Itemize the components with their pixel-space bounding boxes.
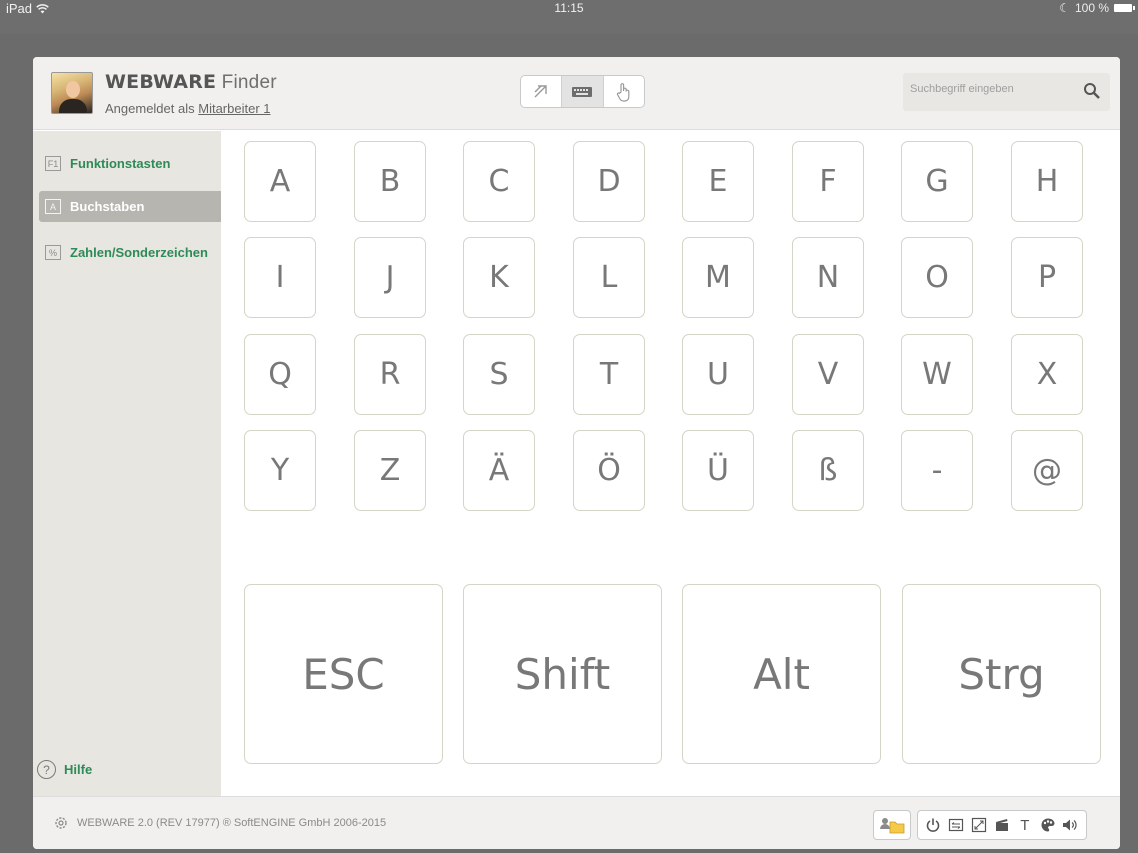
- sidebar-item-label: Buchstaben: [70, 199, 145, 214]
- battery-icon: [1114, 4, 1135, 12]
- gear-icon[interactable]: [53, 815, 69, 831]
- key-l[interactable]: L: [573, 237, 645, 318]
- input-mode-switch: [520, 75, 645, 108]
- avatar: [51, 72, 93, 114]
- key-hyphen[interactable]: -: [901, 430, 973, 511]
- key-y[interactable]: Y: [244, 430, 316, 511]
- keyboard-icon: [572, 86, 593, 97]
- app-title: WEBWARE Finder: [105, 71, 277, 93]
- mode-button-keyboard[interactable]: [561, 76, 604, 107]
- key-r[interactable]: R: [354, 334, 426, 415]
- mode-button-touch[interactable]: [604, 76, 644, 107]
- user-folder-button[interactable]: [873, 810, 911, 840]
- key-shift[interactable]: Shift: [463, 584, 662, 764]
- letter-keyboard: A B C D E F G H I J K L M N O P Q R S T …: [221, 131, 1120, 796]
- key-i[interactable]: I: [244, 237, 316, 318]
- key-a[interactable]: A: [244, 141, 316, 222]
- user-link[interactable]: Mitarbeiter 1: [198, 101, 270, 116]
- search-icon[interactable]: [1083, 82, 1101, 100]
- palette-icon[interactable]: [1039, 816, 1057, 834]
- key-w[interactable]: W: [901, 334, 973, 415]
- diagonal-arrows-icon: [534, 84, 547, 97]
- key-n[interactable]: N: [792, 237, 864, 318]
- key-t[interactable]: T: [573, 334, 645, 415]
- search-input[interactable]: [910, 83, 1070, 95]
- key-a-umlaut[interactable]: Ä: [463, 430, 535, 511]
- help-label: Hilfe: [64, 762, 93, 777]
- key-m[interactable]: M: [682, 237, 754, 318]
- system-toolbar: T: [917, 810, 1087, 840]
- user-folder-icon: [880, 818, 905, 834]
- clapperboard-icon[interactable]: [993, 816, 1011, 834]
- moon-icon: ☾: [1059, 1, 1070, 15]
- key-alt[interactable]: Alt: [682, 584, 881, 764]
- key-x[interactable]: X: [1011, 334, 1083, 415]
- mode-button-arrow[interactable]: [521, 76, 561, 107]
- speaker-icon[interactable]: [1061, 816, 1079, 834]
- key-d[interactable]: D: [573, 141, 645, 222]
- key-j[interactable]: J: [354, 237, 426, 318]
- key-h[interactable]: H: [1011, 141, 1083, 222]
- key-o[interactable]: O: [901, 237, 973, 318]
- text-icon[interactable]: T: [1016, 816, 1034, 834]
- key-z[interactable]: Z: [354, 430, 426, 511]
- key-at[interactable]: @: [1011, 430, 1083, 511]
- app-window: WEBWARE Finder Angemeldet als Mitarbeite…: [33, 57, 1120, 849]
- function-key-icon: F1: [45, 156, 61, 171]
- key-v[interactable]: V: [792, 334, 864, 415]
- key-u[interactable]: U: [682, 334, 754, 415]
- key-eszett[interactable]: ß: [792, 430, 864, 511]
- sidebar-item-funktionstasten[interactable]: F1 Funktionstasten: [39, 148, 221, 179]
- copyright: WEBWARE 2.0 (REV 17977) ® SoftENGINE Gmb…: [53, 815, 386, 831]
- key-esc[interactable]: ESC: [244, 584, 443, 764]
- sidebar: F1 Funktionstasten A Buchstaben % Zahlen…: [33, 131, 221, 796]
- key-e[interactable]: E: [682, 141, 754, 222]
- key-g[interactable]: G: [901, 141, 973, 222]
- help-icon: ?: [37, 760, 56, 779]
- percent-icon: %: [45, 245, 61, 260]
- key-p[interactable]: P: [1011, 237, 1083, 318]
- login-info: Angemeldet als Mitarbeiter 1: [105, 101, 271, 116]
- clock: 11:15: [554, 1, 584, 15]
- sidebar-item-buchstaben[interactable]: A Buchstaben: [39, 191, 221, 222]
- letter-icon: A: [45, 199, 61, 214]
- copyright-text: WEBWARE 2.0 (REV 17977) ® SoftENGINE Gmb…: [77, 817, 387, 829]
- help-link[interactable]: ? Hilfe: [37, 760, 92, 779]
- key-strg[interactable]: Strg: [902, 584, 1101, 764]
- power-icon[interactable]: [924, 816, 942, 834]
- key-b[interactable]: B: [354, 141, 426, 222]
- footer: WEBWARE 2.0 (REV 17977) ® SoftENGINE Gmb…: [33, 796, 1120, 849]
- key-q[interactable]: Q: [244, 334, 316, 415]
- sidebar-item-label: Zahlen/Sonderzeichen: [70, 245, 208, 260]
- switch-window-icon[interactable]: [947, 816, 965, 834]
- key-c[interactable]: C: [463, 141, 535, 222]
- search-box: [903, 73, 1110, 111]
- key-k[interactable]: K: [463, 237, 535, 318]
- hand-pointer-icon: [616, 82, 630, 102]
- header: WEBWARE Finder Angemeldet als Mitarbeite…: [33, 57, 1120, 130]
- status-bar: iPad 11:15 ☾ 100 %: [0, 0, 1138, 34]
- key-s[interactable]: S: [463, 334, 535, 415]
- key-u-umlaut[interactable]: Ü: [682, 430, 754, 511]
- sidebar-item-zahlen-sonderzeichen[interactable]: % Zahlen/Sonderzeichen: [39, 237, 221, 268]
- sidebar-item-label: Funktionstasten: [70, 156, 171, 171]
- battery-percent: 100 %: [1074, 1, 1109, 15]
- fullscreen-icon[interactable]: [970, 816, 988, 834]
- key-o-umlaut[interactable]: Ö: [573, 430, 645, 511]
- key-f[interactable]: F: [792, 141, 864, 222]
